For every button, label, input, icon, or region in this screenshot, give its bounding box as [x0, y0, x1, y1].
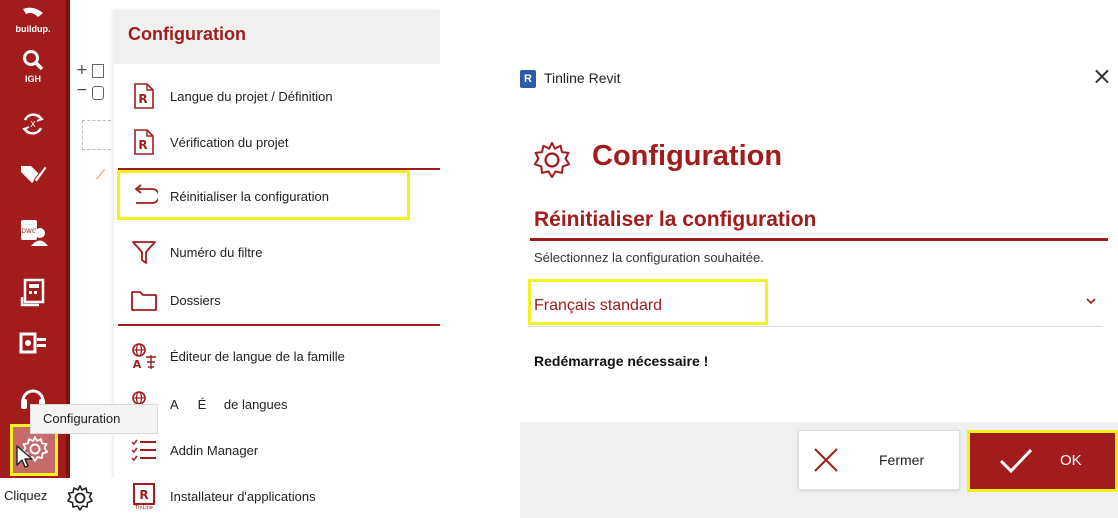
r-doc-icon: R [122, 126, 166, 158]
filter-icon [122, 236, 166, 268]
svg-text:A: A [133, 358, 142, 371]
configuration-menu: Configuration R Langue du projet / Défin… [114, 10, 440, 518]
menu-item-label: Langue du projet / Définition [170, 88, 333, 104]
configuration-dialog: R Tinline Revit × Configuration Réinitia… [520, 56, 1118, 518]
status-text: Cliquez [4, 488, 48, 503]
dialog-description: Sélectionnez la configuration souhaitée. [534, 250, 764, 265]
menu-item-numero-filtre[interactable]: Numéro du filtre [122, 232, 440, 272]
subheading-underline [530, 238, 1108, 241]
menu-title: Configuration [128, 24, 246, 44]
menu-item-editeur-langue-famille[interactable]: A Éditeur de langue de la famille [122, 336, 440, 376]
revit-app-icon: R [520, 70, 536, 88]
svg-text:R: R [138, 92, 147, 106]
tag-edit-icon[interactable] [10, 154, 56, 194]
tooltip: Configuration [30, 404, 158, 434]
menu-item-reinitialiser-configuration[interactable]: Réinitialiser la configuration [122, 176, 440, 216]
r-box-icon: R TinLine [122, 480, 166, 512]
tree-node-icon [92, 86, 104, 100]
svg-text:DWG: DWG [21, 228, 37, 235]
svg-text:X: X [30, 120, 36, 129]
list-icon [122, 434, 166, 466]
dialog-heading: Configuration [592, 140, 783, 172]
dwg-user-icon[interactable]: DWG [10, 212, 56, 252]
calculator-doc-icon[interactable] [10, 272, 56, 312]
menu-item-label: Éditeur de langue de la famille [170, 348, 345, 364]
ok-button-label: OK [1060, 452, 1082, 469]
menu-item-label: Numéro du filtre [170, 244, 263, 260]
menu-item-addin-manager[interactable]: Addin Manager [122, 430, 440, 470]
list-doc-icon[interactable] [10, 324, 56, 364]
menu-item-label: Réinitialiser la configuration [170, 188, 329, 204]
configuration-select-value[interactable]: Français standard [534, 297, 662, 315]
close-x-icon [811, 445, 841, 480]
tree-node-icon [92, 64, 104, 78]
sync-icon[interactable]: X [10, 104, 56, 144]
svg-text:TinLine: TinLine [134, 505, 153, 510]
tree-collapse-toggle[interactable]: − [76, 82, 88, 98]
menu-separator [118, 324, 440, 326]
menu-item-installateur-applications[interactable]: R TinLine Installateur d'applications [122, 476, 440, 516]
menu-item-label: Dossiers [170, 292, 221, 308]
dialog-titlebar: R Tinline Revit × [520, 56, 1118, 112]
checkmark-icon [998, 447, 1034, 480]
tree-placeholder [82, 120, 111, 150]
restart-notice: Redémarrage nécessaire ! [534, 353, 709, 369]
ok-button[interactable]: OK [967, 430, 1118, 492]
folder-icon [122, 284, 166, 316]
close-button[interactable]: Fermer [798, 430, 960, 490]
close-button-label: Fermer [879, 452, 925, 468]
tree-link-icon: ⁄ [100, 166, 103, 182]
menu-item-verification-projet[interactable]: R Vérification du projet [122, 122, 440, 162]
menu-item-label-part: de langues [223, 396, 288, 412]
buildup-logo-label: buildup. [15, 24, 51, 34]
menu-item-label-part: A [170, 396, 178, 412]
tree-expand-toggle[interactable]: + [76, 62, 88, 78]
translate-icon: A [122, 340, 166, 372]
search-label: IGH [24, 74, 41, 84]
menu-item-label: Vérification du projet [170, 134, 289, 150]
menu-item-langue-projet[interactable]: R Langue du projet / Définition [122, 76, 440, 116]
search-icon[interactable] [10, 46, 56, 74]
close-icon[interactable]: × [1092, 64, 1112, 88]
r-doc-icon: R [122, 80, 166, 112]
svg-text:R: R [139, 488, 148, 502]
menu-item-label: Installateur d'applications [170, 488, 316, 504]
menu-item-label: Addin Manager [170, 442, 259, 458]
menu-item-label: A É de langues [170, 397, 288, 412]
dialog-subheading: Réinitialiser la configuration [534, 208, 817, 231]
chevron-down-icon[interactable] [1084, 294, 1098, 313]
dialog-window-title: Tinline Revit [544, 70, 621, 86]
mouse-cursor-icon [15, 444, 35, 475]
gear-icon[interactable] [66, 484, 94, 517]
menu-item-editeur-langues[interactable]: A É de langues [122, 384, 440, 424]
svg-text:R: R [138, 138, 147, 152]
gear-icon [532, 140, 572, 185]
menu-item-dossiers[interactable]: Dossiers [122, 280, 440, 320]
menu-item-label-part: É [197, 396, 207, 412]
undo-arrow-icon [122, 180, 166, 212]
